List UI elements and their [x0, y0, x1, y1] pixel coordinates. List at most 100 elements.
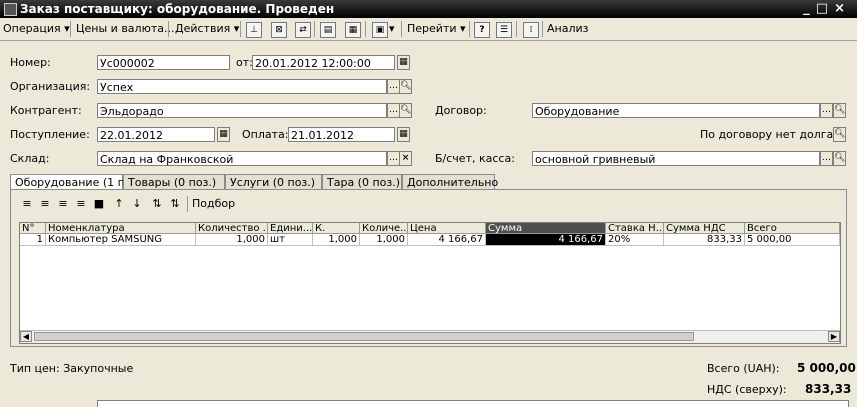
cell-unit: шт — [268, 234, 313, 246]
move-up-icon[interactable]: ↑ — [113, 198, 125, 210]
contractor-label: Контрагент: — [10, 104, 82, 117]
structure-icon[interactable]: ▦ — [345, 22, 361, 38]
horizontal-scrollbar[interactable]: ◀ ▶ — [20, 330, 840, 343]
open-search-icon[interactable]: 🔍︎ — [833, 127, 846, 142]
close-icon[interactable]: × — [834, 1, 851, 16]
delete-row-icon[interactable]: ≡ — [75, 198, 87, 210]
calendar-icon[interactable]: ▦ — [397, 55, 410, 70]
column-header[interactable]: Цена — [408, 223, 486, 234]
open-search-icon[interactable]: 🔍︎ — [399, 79, 412, 94]
scroll-right-icon[interactable]: ▶ — [828, 331, 840, 342]
column-header[interactable]: Номенклатура — [46, 223, 196, 234]
document-icon — [4, 3, 17, 16]
tab-services[interactable]: Услуги (0 поз.) — [225, 174, 322, 190]
settings-grid-icon[interactable]: ⁞ — [523, 22, 539, 38]
column-header[interactable]: Едини... — [268, 223, 313, 234]
select-ellipsis-icon[interactable]: … — [820, 103, 833, 118]
select-ellipsis-icon[interactable]: … — [820, 151, 833, 166]
print-dropdown-icon[interactable]: ▾ — [389, 21, 395, 37]
vat-label: НДС (сверху): — [707, 383, 787, 396]
tab-panel: ≡ ≡ ≡ ≡ ■ ↑ ↓ ⇅ ⇅ Подбор N° Номенклатура… — [10, 189, 847, 347]
warehouse-label: Склад: — [10, 152, 50, 165]
operation-menu-button[interactable]: Операция ▾ — [3, 21, 70, 37]
payment-date-field[interactable]: 21.01.2012 — [288, 127, 395, 142]
calendar-icon[interactable]: ▦ — [217, 127, 230, 142]
based-on-icon[interactable]: ▤ — [320, 22, 336, 38]
unpost-icon[interactable]: ⊠ — [271, 22, 287, 38]
column-header[interactable]: Всего — [745, 223, 840, 234]
toolbar-separator — [542, 21, 543, 37]
date-field[interactable]: 20.01.2012 12:00:00 — [252, 55, 395, 70]
select-button[interactable]: Подбор — [192, 197, 235, 210]
column-header[interactable]: Ставка Н... — [606, 223, 664, 234]
window-controls: _□× — [803, 1, 851, 16]
tab-containers[interactable]: Тара (0 поз.) — [322, 174, 402, 190]
column-header[interactable]: Количе... — [360, 223, 408, 234]
warehouse-field[interactable]: Склад на Франковской — [97, 151, 387, 166]
maximize-icon[interactable]: □ — [816, 1, 834, 16]
add-row-icon[interactable]: ≡ — [21, 198, 33, 210]
window-title: Заказ поставщику: оборудование. Проведен — [20, 2, 335, 16]
column-header[interactable]: К. — [313, 223, 360, 234]
price-type-label: Тип цен: Закупочные — [10, 362, 134, 375]
open-search-icon[interactable]: 🔍︎ — [399, 103, 412, 118]
cell-vat-sum: 833,33 — [664, 234, 745, 246]
scroll-left-icon[interactable]: ◀ — [20, 331, 32, 342]
calendar-icon[interactable]: ▦ — [397, 127, 410, 142]
tab-additional[interactable]: Дополнительно — [402, 174, 498, 190]
column-header-selected[interactable]: Сумма — [486, 223, 606, 234]
toolbar: Операция ▾ Цены и валюта... Действия ▾ ⊥… — [0, 18, 857, 41]
actions-menu-button[interactable]: Действия ▾ — [175, 21, 239, 37]
cell-coefficient: 1,000 — [313, 234, 360, 246]
help-icon[interactable]: ? — [474, 22, 490, 38]
debt-note: По договору нет долга — [700, 128, 834, 141]
toolbar-separator — [187, 196, 188, 212]
print-icon[interactable]: ▣ — [372, 22, 388, 38]
number-field[interactable]: Ус000002 — [97, 55, 230, 70]
column-header[interactable]: Количество ... — [196, 223, 268, 234]
column-header[interactable]: N° — [20, 223, 46, 234]
from-label: от: — [236, 56, 253, 69]
minimize-icon[interactable]: _ — [803, 1, 816, 16]
list-icon[interactable]: ☰ — [496, 22, 512, 38]
column-header[interactable]: Сумма НДС — [664, 223, 745, 234]
cell-total: 5 000,00 — [745, 234, 840, 246]
move-down-icon[interactable]: ↓ — [131, 198, 143, 210]
open-search-icon[interactable]: 🔍︎ — [833, 103, 846, 118]
toolbar-separator — [469, 21, 470, 37]
post-icon[interactable]: ⊥ — [246, 22, 262, 38]
open-search-icon[interactable]: 🔍︎ — [833, 151, 846, 166]
edit-row-icon[interactable]: ≡ — [57, 198, 69, 210]
items-table[interactable]: N° Номенклатура Количество ... Едини... … — [19, 222, 841, 344]
end-edit-icon[interactable]: ■ — [93, 198, 105, 210]
copy-row-icon[interactable]: ≡ — [39, 198, 51, 210]
sort-desc-icon[interactable]: ⇅ — [169, 198, 181, 210]
title-bar: Заказ поставщику: оборудование. Проведен… — [0, 0, 857, 18]
total-label: Всего (UAH): — [707, 362, 780, 375]
cell-sum-selected[interactable]: 4 166,67 — [486, 234, 606, 246]
arrival-date-field[interactable]: 22.01.2012 — [97, 127, 215, 142]
account-field[interactable]: основной гривневый — [532, 151, 820, 166]
cell-quantity: 1,000 — [196, 234, 268, 246]
clear-icon[interactable]: × — [399, 151, 412, 166]
cell-vat-rate: 20% — [606, 234, 664, 246]
scroll-thumb[interactable] — [34, 332, 694, 341]
total-value: 5 000,00 — [797, 361, 856, 375]
toolbar-separator — [168, 21, 169, 37]
contract-field[interactable]: Оборудование — [532, 103, 820, 118]
number-label: Номер: — [10, 56, 51, 69]
comment-field[interactable] — [97, 400, 849, 407]
contractor-field[interactable]: Эльдорадо — [97, 103, 387, 118]
sort-asc-icon[interactable]: ⇅ — [151, 198, 163, 210]
goto-menu-button[interactable]: Перейти ▾ — [407, 21, 466, 37]
analysis-button[interactable]: Анализ — [547, 21, 589, 37]
cell-name: Компьютер SAMSUNG — [46, 234, 196, 246]
cell-quantity-2: 1,000 — [360, 234, 408, 246]
organization-field[interactable]: Успех — [97, 79, 387, 94]
tab-goods[interactable]: Товары (0 поз.) — [123, 174, 225, 190]
movements-icon[interactable]: ⇄ — [295, 22, 311, 38]
prices-currency-button[interactable]: Цены и валюта... — [76, 21, 174, 37]
vat-value: 833,33 — [805, 382, 852, 396]
toolbar-separator — [240, 21, 241, 37]
arrival-label: Поступление: — [10, 128, 90, 141]
